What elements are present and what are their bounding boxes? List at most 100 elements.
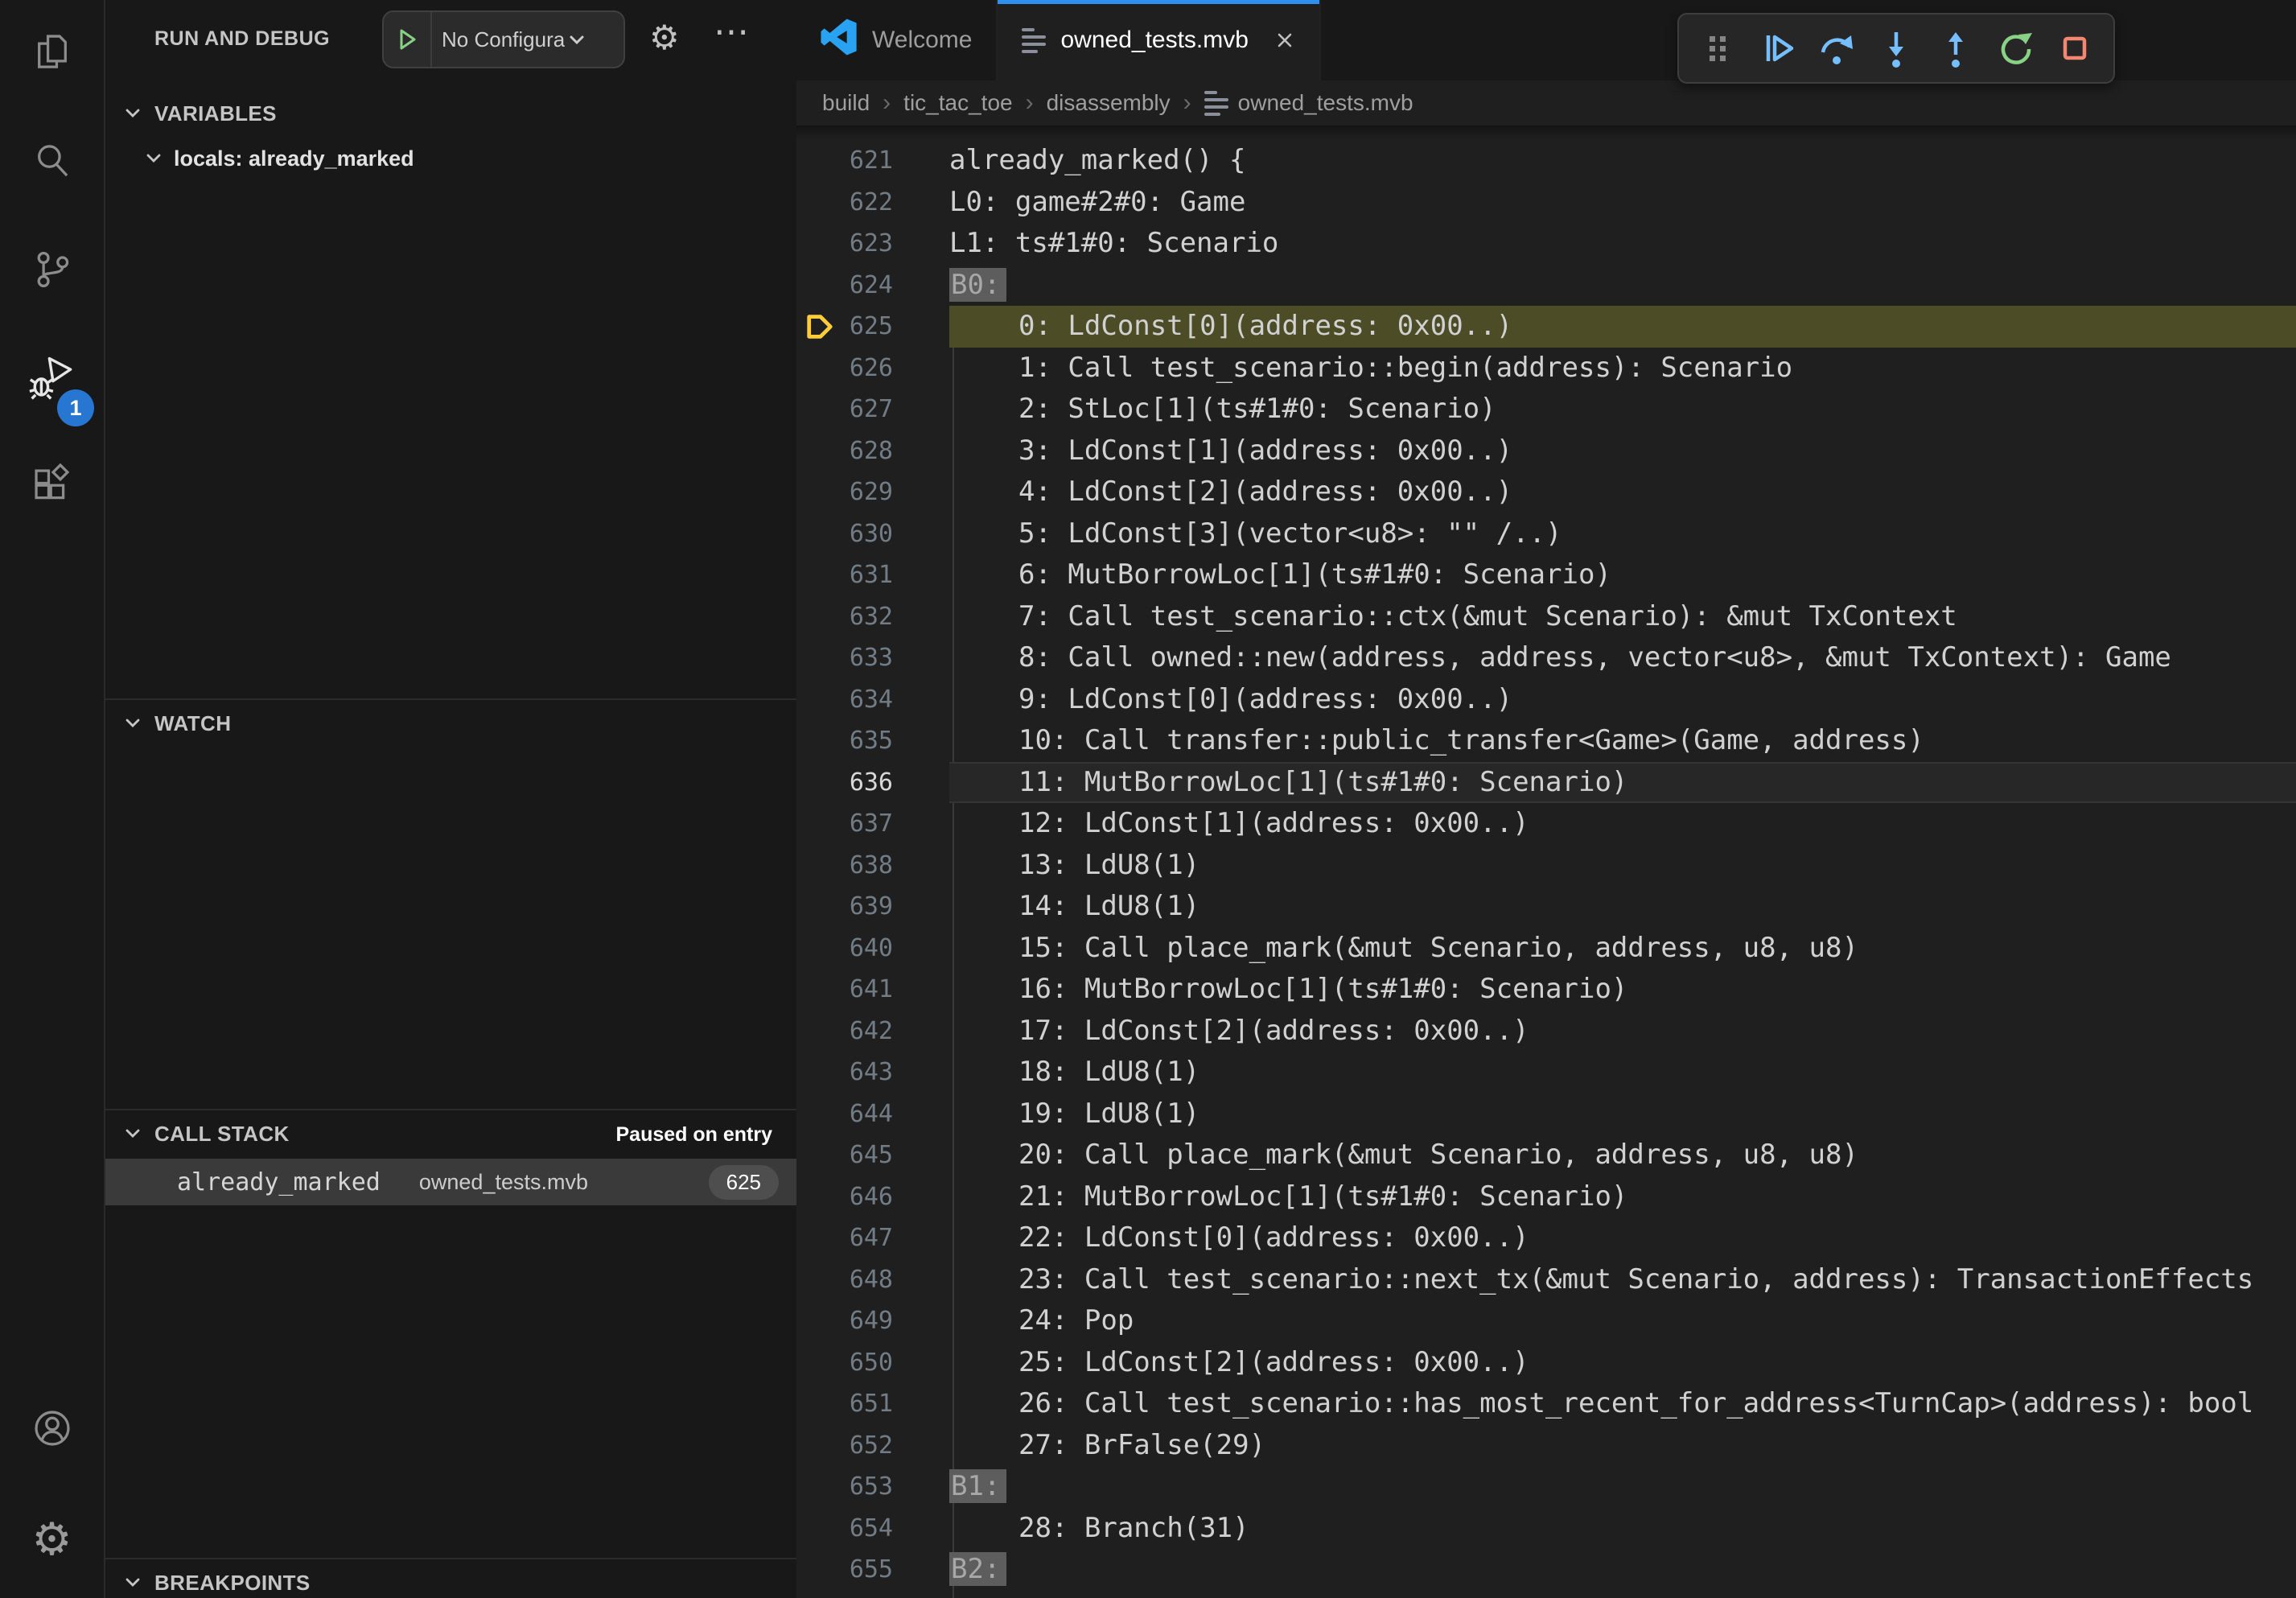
step-over-button[interactable] [1811,23,1862,74]
editor-gutter[interactable]: 652 [796,1425,949,1467]
editor-gutter[interactable]: 625 [796,306,949,348]
code-line-647[interactable]: 64722: LdConst[0](address: 0x00..) [796,1217,2296,1259]
code-text[interactable]: 0: LdConst[0](address: 0x00..) [949,306,2296,348]
editor-gutter[interactable]: 651 [796,1383,949,1425]
code-text[interactable]: L1: ts#1#0: Scenario [949,223,2296,265]
editor-gutter[interactable]: 645 [796,1135,949,1176]
editor-gutter[interactable]: 629 [796,472,949,513]
code-line-637[interactable]: 63712: LdConst[1](address: 0x00..) [796,803,2296,845]
code-line-642[interactable]: 64217: LdConst[2](address: 0x00..) [796,1011,2296,1052]
breadcrumb-item[interactable]: tic_tac_toe [903,90,1012,116]
editor-gutter[interactable]: 638 [796,845,949,887]
code-line-643[interactable]: 64318: LdU8(1) [796,1052,2296,1093]
code-text[interactable]: 17: LdConst[2](address: 0x00..) [949,1011,2296,1052]
sidebar-item-search[interactable] [0,109,104,217]
code-text[interactable]: 24: Pop [949,1300,2296,1342]
code-line-626[interactable]: 6261: Call test_scenario::begin(address)… [796,348,2296,389]
start-debug-icon[interactable] [384,12,432,67]
code-line-633[interactable]: 6338: Call owned::new(address, address, … [796,637,2296,679]
code-line-635[interactable]: 63510: Call transfer::public_transfer<Ga… [796,720,2296,762]
code-text[interactable]: 16: MutBorrowLoc[1](ts#1#0: Scenario) [949,969,2296,1011]
code-text[interactable]: 3: LdConst[1](address: 0x00..) [949,430,2296,472]
account-button[interactable] [0,1376,104,1485]
code-line-649[interactable]: 64924: Pop [796,1300,2296,1342]
editor-gutter[interactable]: 631 [796,554,949,596]
editor-gutter[interactable]: 636 [796,762,949,804]
editor-gutter[interactable]: 632 [796,596,949,638]
sidebar-item-run-and-debug[interactable]: 1 [0,326,104,435]
code-text[interactable]: 25: LdConst[2](address: 0x00..) [949,1342,2296,1384]
code-line-638[interactable]: 63813: LdU8(1) [796,845,2296,887]
watch-header[interactable]: WATCH [105,700,796,747]
code-text[interactable]: 8: Call owned::new(address, address, vec… [949,637,2296,679]
code-line-639[interactable]: 63914: LdU8(1) [796,886,2296,928]
editor-gutter[interactable]: 644 [796,1093,949,1135]
continue-button[interactable] [1751,23,1803,74]
code-text[interactable]: 11: MutBorrowLoc[1](ts#1#0: Scenario) [949,762,2296,804]
code-line-628[interactable]: 6283: LdConst[1](address: 0x00..) [796,430,2296,472]
code-text[interactable]: 12: LdConst[1](address: 0x00..) [949,803,2296,845]
editor-gutter[interactable]: 653 [796,1466,949,1508]
code-line-640[interactable]: 64015: Call place_mark(&mut Scenario, ad… [796,928,2296,970]
editor-gutter[interactable]: 648 [796,1259,949,1301]
editor-gutter[interactable]: 626 [796,348,949,389]
editor-gutter[interactable]: 646 [796,1176,949,1218]
step-out-button[interactable] [1930,23,1981,74]
editor-gutter[interactable]: 650 [796,1342,949,1384]
editor-gutter[interactable]: 640 [796,928,949,970]
code-line-654[interactable]: 65428: Branch(31) [796,1508,2296,1550]
restart-button[interactable] [1989,23,2041,74]
code-line-653[interactable]: 653B1: [796,1466,2296,1508]
editor-gutter[interactable]: 630 [796,513,949,555]
debug-settings-gear-icon[interactable]: ⚙ [649,18,680,57]
code-line-655[interactable]: 655B2: [796,1549,2296,1591]
sidebar-item-explorer[interactable] [0,0,104,109]
code-text[interactable]: 5: LdConst[3](vector<u8>: "" /..) [949,513,2296,555]
code-line-627[interactable]: 6272: StLoc[1](ts#1#0: Scenario) [796,389,2296,430]
code-line-623[interactable]: 623L1: ts#1#0: Scenario [796,223,2296,265]
editor-gutter[interactable]: 654 [796,1508,949,1550]
editor-gutter[interactable]: 639 [796,886,949,928]
code-text[interactable]: B2: [949,1549,2296,1591]
code-text[interactable]: 4: LdConst[2](address: 0x00..) [949,472,2296,513]
code-text[interactable]: 23: Call test_scenario::next_tx(&mut Sce… [949,1259,2296,1301]
breadcrumb-item[interactable]: owned_tests.mvb [1204,90,1413,116]
code-text[interactable]: 14: LdU8(1) [949,886,2296,928]
breakpoints-header[interactable]: BREAKPOINTS [105,1559,796,1598]
code-text[interactable]: 15: Call place_mark(&mut Scenario, addre… [949,928,2296,970]
code-text[interactable]: L0: game#2#0: Game [949,182,2296,224]
code-text[interactable]: 26: Call test_scenario::has_most_recent_… [949,1383,2296,1425]
editor-gutter[interactable]: 633 [796,637,949,679]
editor-gutter[interactable]: 621 [796,140,949,182]
variables-locals-row[interactable]: locals: already_marked [105,137,796,180]
code-text[interactable]: 9: LdConst[0](address: 0x00..) [949,679,2296,721]
code-text[interactable]: 1: Call test_scenario::begin(address): S… [949,348,2296,389]
sidebar-item-source-control[interactable] [0,217,104,326]
editor-gutter[interactable]: 641 [796,969,949,1011]
code-line-650[interactable]: 65025: LdConst[2](address: 0x00..) [796,1342,2296,1384]
code-text[interactable]: 10: Call transfer::public_transfer<Game>… [949,720,2296,762]
sidebar-item-extensions[interactable] [0,435,104,543]
editor-gutter[interactable]: 649 [796,1300,949,1342]
code-text[interactable]: 18: LdU8(1) [949,1052,2296,1093]
code-text[interactable]: 19: LdU8(1) [949,1093,2296,1135]
code-line-621[interactable]: 621already_marked() { [796,140,2296,182]
code-editor[interactable]: 621already_marked() {622L0: game#2#0: Ga… [796,126,2296,1598]
variables-header[interactable]: VARIABLES [105,90,796,137]
code-line-648[interactable]: 64823: Call test_scenario::next_tx(&mut … [796,1259,2296,1301]
breadcrumb-item[interactable]: build [822,90,870,116]
tab-welcome[interactable]: Welcome [796,0,998,80]
editor-gutter[interactable]: 647 [796,1217,949,1259]
code-text[interactable]: 22: LdConst[0](address: 0x00..) [949,1217,2296,1259]
code-line-652[interactable]: 65227: BrFalse(29) [796,1425,2296,1467]
code-line-645[interactable]: 64520: Call place_mark(&mut Scenario, ad… [796,1135,2296,1176]
code-line-634[interactable]: 6349: LdConst[0](address: 0x00..) [796,679,2296,721]
code-line-632[interactable]: 6327: Call test_scenario::ctx(&mut Scena… [796,596,2296,638]
tab-owned-tests[interactable]: owned_tests.mvb [998,0,1320,80]
code-line-631[interactable]: 6316: MutBorrowLoc[1](ts#1#0: Scenario) [796,554,2296,596]
editor-gutter[interactable]: 634 [796,679,949,721]
code-text[interactable]: 2: StLoc[1](ts#1#0: Scenario) [949,389,2296,430]
step-into-button[interactable] [1870,23,1922,74]
editor-gutter[interactable]: 628 [796,430,949,472]
code-line-629[interactable]: 6294: LdConst[2](address: 0x00..) [796,472,2296,513]
